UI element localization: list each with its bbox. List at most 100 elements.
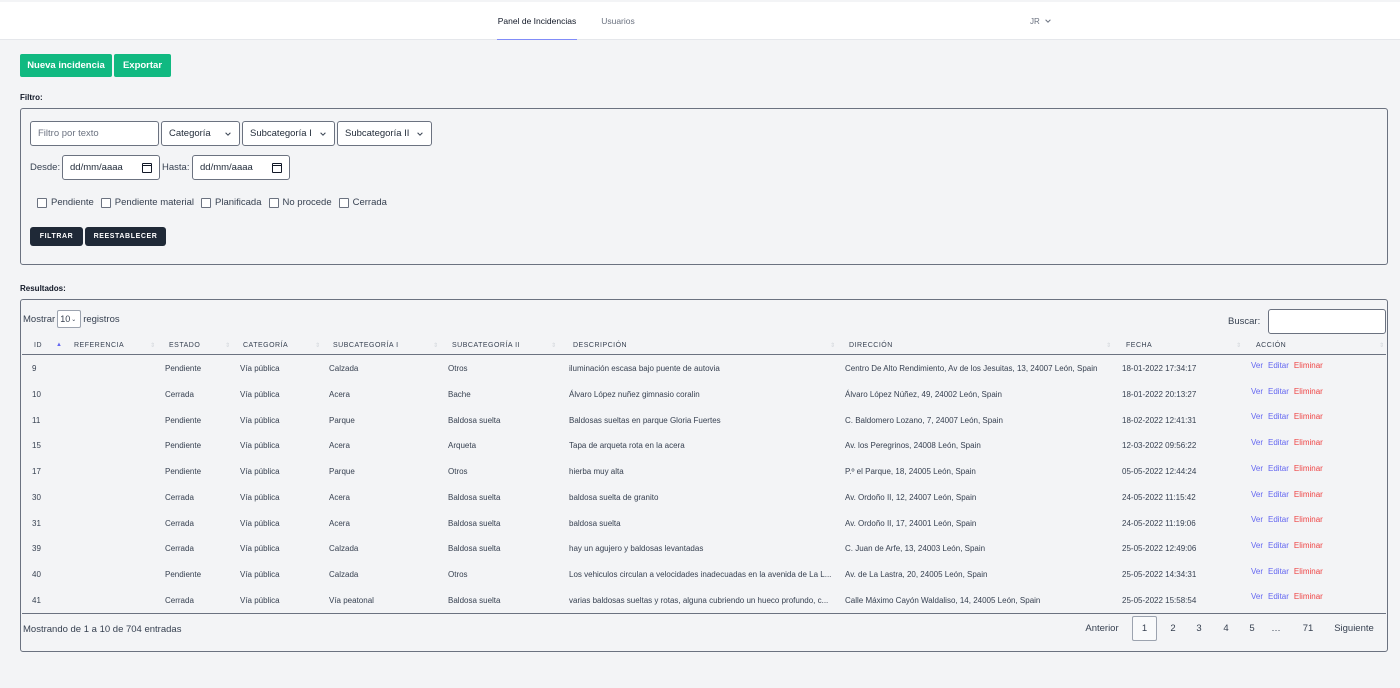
edit-link[interactable]: Editar <box>1268 515 1289 524</box>
category-select[interactable]: Categoría <box>161 121 240 146</box>
view-link[interactable]: Ver <box>1251 567 1263 576</box>
cell-direccion: Av. Ordoño II, 17, 24001 León, Spain <box>845 518 977 528</box>
view-link[interactable]: Ver <box>1251 592 1263 601</box>
page-length-value: 10 <box>60 314 71 324</box>
new-incident-button[interactable]: Nueva incidencia <box>20 54 112 77</box>
column-header-descripcion[interactable]: DESCRIPCIÓN <box>573 335 627 355</box>
view-link[interactable]: Ver <box>1251 490 1263 499</box>
checkbox[interactable] <box>100 197 111 208</box>
cell-subcategoria-2: Arqueta <box>448 441 477 451</box>
edit-link[interactable]: Editar <box>1268 541 1289 550</box>
user-menu[interactable]: JR <box>1030 2 1052 40</box>
column-header-categoria[interactable]: CATEGORÍA <box>243 335 288 355</box>
chevron-down-icon <box>417 131 423 136</box>
edit-link[interactable]: Editar <box>1268 361 1289 370</box>
delete-link[interactable]: Eliminar <box>1294 464 1323 473</box>
view-link[interactable]: Ver <box>1251 412 1263 421</box>
column-header-direccion[interactable]: DIRECCIÓN <box>849 335 893 355</box>
tab-panel-incidencias[interactable]: Panel de Incidencias <box>497 2 577 40</box>
cell-categoria: Vía pública <box>240 569 280 579</box>
pagination-page[interactable]: 5 <box>1240 616 1264 641</box>
column-header-subcategoria-2[interactable]: SUBCATEGORÍA II <box>452 335 520 355</box>
cell-categoria: Vía pública <box>240 390 280 400</box>
delete-link[interactable]: Eliminar <box>1294 361 1323 370</box>
edit-link[interactable]: Editar <box>1268 438 1289 447</box>
delete-link[interactable]: Eliminar <box>1294 387 1323 396</box>
status-checkbox-pendiente[interactable]: Pendiente <box>37 197 94 208</box>
checkbox[interactable] <box>338 197 349 208</box>
pagination-page[interactable]: 71 <box>1295 616 1321 641</box>
cell-categoria: Vía pública <box>240 441 280 451</box>
checkbox[interactable] <box>268 197 279 208</box>
edit-link[interactable]: Editar <box>1268 567 1289 576</box>
view-link[interactable]: Ver <box>1251 464 1263 473</box>
edit-link[interactable]: Editar <box>1268 592 1289 601</box>
delete-link[interactable]: Eliminar <box>1294 592 1323 601</box>
text-filter-input[interactable]: Filtro por texto <box>30 121 159 146</box>
subcategory-2-select[interactable]: Subcategoría II <box>337 121 432 146</box>
pagination-prev[interactable]: Anterior <box>1083 616 1121 641</box>
status-checkbox-cerrada[interactable]: Cerrada <box>338 197 387 208</box>
delete-link[interactable]: Eliminar <box>1294 567 1323 576</box>
edit-link[interactable]: Editar <box>1268 490 1289 499</box>
edit-link[interactable]: Editar <box>1268 464 1289 473</box>
cell-fecha: 24-05-2022 11:19:06 <box>1122 518 1196 528</box>
view-link[interactable]: Ver <box>1251 438 1263 447</box>
pagination-page[interactable]: 3 <box>1187 616 1211 641</box>
subcategory-1-select[interactable]: Subcategoría I <box>242 121 335 146</box>
cell-direccion: Av. los Peregrinos, 24008 León, Spain <box>845 441 981 451</box>
column-header-accion[interactable]: ACCIÓN <box>1256 335 1286 355</box>
column-header-referencia[interactable]: REFERENCIA <box>74 335 124 355</box>
row-actions: Ver Editar Eliminar <box>1251 562 1323 587</box>
text-filter-placeholder: Filtro por texto <box>38 128 99 139</box>
pagination-next[interactable]: Siguiente <box>1331 616 1377 641</box>
reset-button[interactable]: REESTABLECER <box>85 227 166 246</box>
status-checkbox-no-procede[interactable]: No procede <box>268 197 332 208</box>
filter-button[interactable]: FILTRAR <box>30 227 83 246</box>
delete-link[interactable]: Eliminar <box>1294 515 1323 524</box>
pagination-page[interactable]: 2 <box>1161 616 1185 641</box>
edit-link[interactable]: Editar <box>1268 412 1289 421</box>
cell-referencia <box>74 356 164 382</box>
view-link[interactable]: Ver <box>1251 387 1263 396</box>
date-from-placeholder: dd/mm/aaaa <box>70 162 123 173</box>
status-label: Pendiente material <box>114 197 195 208</box>
tab-usuarios[interactable]: Usuarios <box>600 2 636 40</box>
pagination-page[interactable]: 4 <box>1214 616 1238 641</box>
sort-asc-icon: ▲ <box>56 342 62 348</box>
cell-referencia <box>74 562 164 588</box>
view-link[interactable]: Ver <box>1251 515 1263 524</box>
cell-categoria: Vía pública <box>240 595 280 605</box>
view-link[interactable]: Ver <box>1251 541 1263 550</box>
checkbox[interactable] <box>37 197 47 208</box>
delete-link[interactable]: Eliminar <box>1294 412 1323 421</box>
column-header-subcategoria-1[interactable]: SUBCATEGORÍA I <box>333 335 399 355</box>
status-checkbox-pendiente-material[interactable]: Pendiente material <box>100 197 195 208</box>
view-link[interactable]: Ver <box>1251 361 1263 370</box>
date-from-label: Desde: <box>30 162 61 173</box>
status-checkbox-planificada[interactable]: Planificada <box>201 197 262 208</box>
delete-link[interactable]: Eliminar <box>1294 438 1323 447</box>
sort-icon: ⇕ <box>150 342 156 349</box>
cell-id: 39 <box>32 544 41 554</box>
delete-link[interactable]: Eliminar <box>1294 490 1323 499</box>
delete-link[interactable]: Eliminar <box>1294 541 1323 550</box>
search-input[interactable] <box>1268 309 1387 334</box>
cell-fecha: 25-05-2022 15:58:54 <box>1122 595 1197 605</box>
column-header-estado[interactable]: ESTADO <box>169 335 200 355</box>
column-header-fecha[interactable]: FECHA <box>1126 335 1152 355</box>
page-length-select[interactable]: 10 ⌄ <box>57 310 82 328</box>
checkbox[interactable] <box>201 197 212 208</box>
status-checkboxes: Pendiente Pendiente material Planificada… <box>37 197 394 208</box>
calendar-icon[interactable] <box>272 162 282 173</box>
date-from-input[interactable]: dd/mm/aaaa <box>62 155 160 180</box>
cell-descripcion: hierba muy alta <box>569 467 624 477</box>
cell-fecha: 18-02-2022 12:41:31 <box>1122 415 1197 425</box>
column-header-id[interactable]: ID <box>34 335 42 355</box>
date-to-input[interactable]: dd/mm/aaaa <box>192 155 290 180</box>
chevron-down-icon: ⌄ <box>71 316 77 323</box>
pagination-page[interactable]: 1 <box>1132 616 1157 641</box>
calendar-icon[interactable] <box>142 162 152 173</box>
edit-link[interactable]: Editar <box>1268 387 1289 396</box>
export-button[interactable]: Exportar <box>114 54 171 77</box>
